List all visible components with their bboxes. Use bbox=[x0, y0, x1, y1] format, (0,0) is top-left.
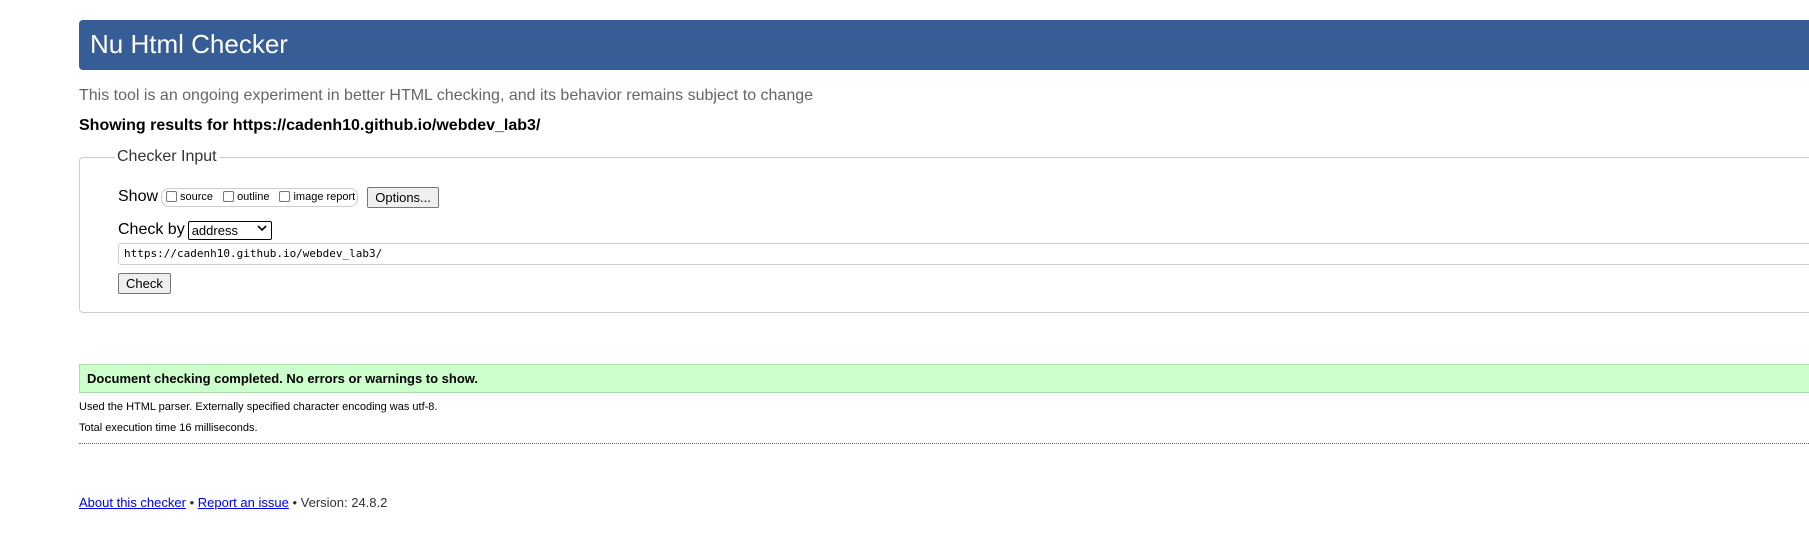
tagline: This tool is an ongoing experiment in be… bbox=[79, 87, 814, 104]
check-by-row: Check by address bbox=[118, 220, 272, 240]
success-message: Document checking completed. No errors o… bbox=[87, 371, 479, 386]
execution-time: Total execution time 16 milliseconds. bbox=[79, 422, 258, 434]
chevron-down-icon bbox=[257, 225, 267, 235]
report-issue-link[interactable]: Report an issue bbox=[198, 495, 289, 510]
check-by-label: Check by bbox=[118, 221, 185, 238]
source-checkbox-label: source bbox=[180, 191, 214, 203]
show-source-option[interactable]: source bbox=[166, 190, 214, 203]
footer-separator: • bbox=[189, 495, 195, 510]
show-image-report-option[interactable]: image report bbox=[279, 190, 356, 203]
divider bbox=[79, 443, 1809, 444]
about-checker-link[interactable]: About this checker bbox=[79, 495, 186, 510]
page-title: Nu Html Checker bbox=[90, 29, 288, 59]
page: Nu Html Checker This tool is an ongoing … bbox=[0, 0, 1809, 536]
checker-input-legend: Checker Input bbox=[115, 147, 219, 167]
outline-checkbox[interactable] bbox=[223, 190, 235, 202]
image-report-checkbox-label: image report bbox=[293, 191, 356, 203]
options-button[interactable]: Options... bbox=[367, 186, 439, 208]
show-label: Show bbox=[118, 188, 159, 205]
showing-results-heading: Showing results for https://cadenh10.git… bbox=[79, 117, 541, 134]
header-bar: Nu Html Checker bbox=[79, 20, 1809, 70]
image-report-checkbox[interactable] bbox=[279, 190, 291, 202]
check-by-selected-value: address bbox=[191, 222, 238, 238]
show-options-group: source outline image report bbox=[161, 187, 359, 207]
success-message-bar: Document checking completed. No errors o… bbox=[79, 364, 1809, 393]
show-row: Show source outline image report Options… bbox=[118, 185, 439, 209]
footer-separator: • bbox=[292, 495, 298, 510]
source-checkbox[interactable] bbox=[166, 190, 178, 202]
checker-input-fieldset: Checker Input Show source outline image … bbox=[79, 147, 1809, 313]
url-input[interactable]: https://cadenh10.github.io/webdev_lab3/ bbox=[118, 243, 1809, 265]
outline-checkbox-label: outline bbox=[237, 191, 270, 203]
check-by-select[interactable]: address bbox=[187, 220, 272, 240]
footer: About this checker • Report an issue • V… bbox=[79, 495, 387, 510]
show-outline-option[interactable]: outline bbox=[223, 190, 270, 203]
check-button[interactable]: Check bbox=[118, 273, 171, 294]
version-text: Version: 24.8.2 bbox=[300, 495, 388, 510]
parser-info: Used the HTML parser. Externally specifi… bbox=[79, 401, 438, 413]
